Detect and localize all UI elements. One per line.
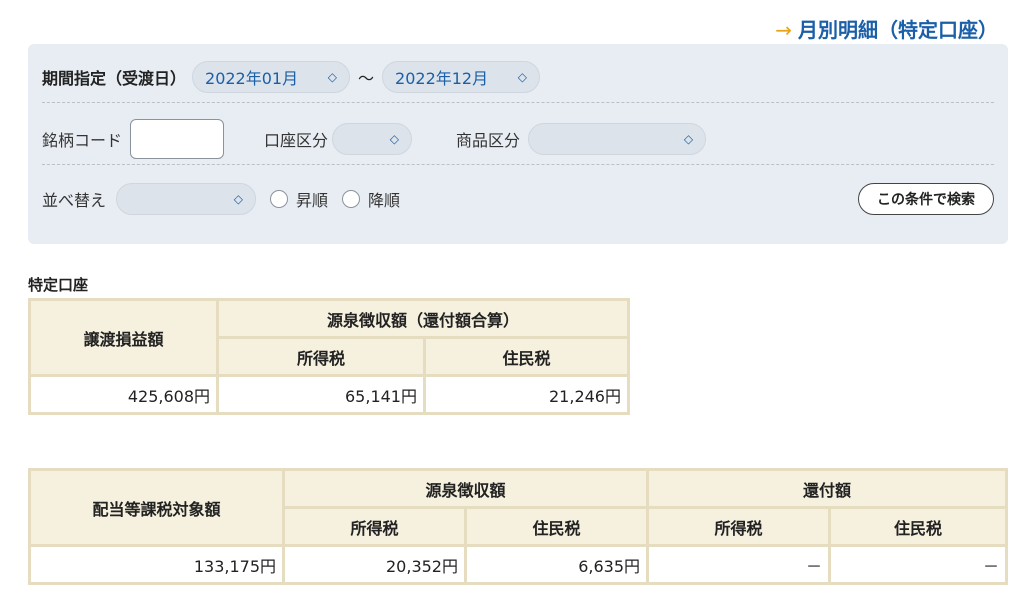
chevron-updown-icon: ◇ <box>327 70 338 84</box>
end-month-select[interactable]: 2022年12月 ◇ <box>382 61 541 93</box>
sort-asc-radio[interactable]: 昇順 <box>270 187 328 211</box>
sort-row: 並べ替え ◇ 昇順 降順 この条件で検索 <box>42 174 994 224</box>
capital-gains-table: 譲渡損益額 源泉徴収額（還付額合算） 所得税 住民税 425,608円 65,1… <box>28 298 630 415</box>
sort-select[interactable]: ◇ <box>116 183 257 215</box>
col-dividend-header: 配当等課税対象額 <box>28 468 285 547</box>
range-tilde: 〜 <box>358 69 375 88</box>
arrow-right-icon: → <box>775 18 792 42</box>
chevron-updown-icon: ◇ <box>517 70 528 84</box>
col-r-income-tax-header: 所得税 <box>646 506 831 547</box>
product-label: 商品区分 <box>456 131 521 150</box>
sort-asc-label: 昇順 <box>296 191 329 210</box>
radio-circle-icon <box>342 190 361 208</box>
withholding-group-header: 源泉徴収額 <box>282 468 649 509</box>
start-month-select[interactable]: 2022年01月 ◇ <box>192 61 351 93</box>
divider <box>42 164 994 165</box>
w-income-tax-value: 20,352円 <box>282 544 467 585</box>
period-label: 期間指定（受渡日） <box>42 69 187 88</box>
code-row: 銘柄コード 口座区分 ◇ 商品区分 ◇ <box>42 114 994 164</box>
section-title: 特定口座 <box>28 276 89 294</box>
radio-circle-icon <box>270 190 289 208</box>
code-label: 銘柄コード <box>42 131 123 150</box>
col-w-resident-tax-header: 住民税 <box>464 506 649 547</box>
start-month-value: 2022年01月 <box>205 69 299 88</box>
divider <box>42 102 994 103</box>
w-resident-tax-value: 6,635円 <box>464 544 649 585</box>
chevron-updown-icon: ◇ <box>389 132 400 146</box>
table-row: 133,175円 20,352円 6,635円 － － <box>28 544 1008 585</box>
sort-label: 並べ替え <box>42 191 107 210</box>
dividend-value: 133,175円 <box>28 544 285 585</box>
filter-panel: 期間指定（受渡日） 2022年01月 ◇ 〜 2022年12月 ◇ 銘柄コード … <box>28 44 1008 244</box>
period-row: 期間指定（受渡日） 2022年01月 ◇ 〜 2022年12月 ◇ <box>42 52 994 102</box>
chevron-updown-icon: ◇ <box>233 192 244 206</box>
col-r-resident-tax-header: 住民税 <box>828 506 1008 547</box>
withholding-group-header: 源泉徴収額（還付額合算） <box>216 298 630 339</box>
account-label: 口座区分 <box>264 131 329 150</box>
monthly-detail-link-label: 月別明細（特定口座） <box>798 18 998 42</box>
dividend-table: 配当等課税対象額 源泉徴収額 還付額 所得税 住民税 所得税 住民税 133,1… <box>28 468 1008 585</box>
account-select[interactable]: ◇ <box>332 123 413 155</box>
resident-tax-value: 21,246円 <box>423 374 630 415</box>
sort-desc-label: 降順 <box>368 191 401 210</box>
product-select[interactable]: ◇ <box>528 123 707 155</box>
col-income-tax-header: 所得税 <box>216 336 426 377</box>
col-transfer-header: 譲渡損益額 <box>28 298 219 377</box>
col-w-income-tax-header: 所得税 <box>282 506 467 547</box>
sort-desc-radio[interactable]: 降順 <box>342 187 400 211</box>
code-input[interactable] <box>130 119 225 159</box>
search-button[interactable]: この条件で検索 <box>858 183 994 215</box>
refund-group-header: 還付額 <box>646 468 1008 509</box>
chevron-updown-icon: ◇ <box>683 132 694 146</box>
monthly-detail-link[interactable]: → 月別明細（特定口座） <box>775 14 998 43</box>
r-resident-tax-value: － <box>828 544 1008 585</box>
table-row: 425,608円 65,141円 21,246円 <box>28 374 630 415</box>
income-tax-value: 65,141円 <box>216 374 426 415</box>
r-income-tax-value: － <box>646 544 831 585</box>
end-month-value: 2022年12月 <box>395 69 489 88</box>
transfer-value: 425,608円 <box>28 374 219 415</box>
col-resident-tax-header: 住民税 <box>423 336 630 377</box>
